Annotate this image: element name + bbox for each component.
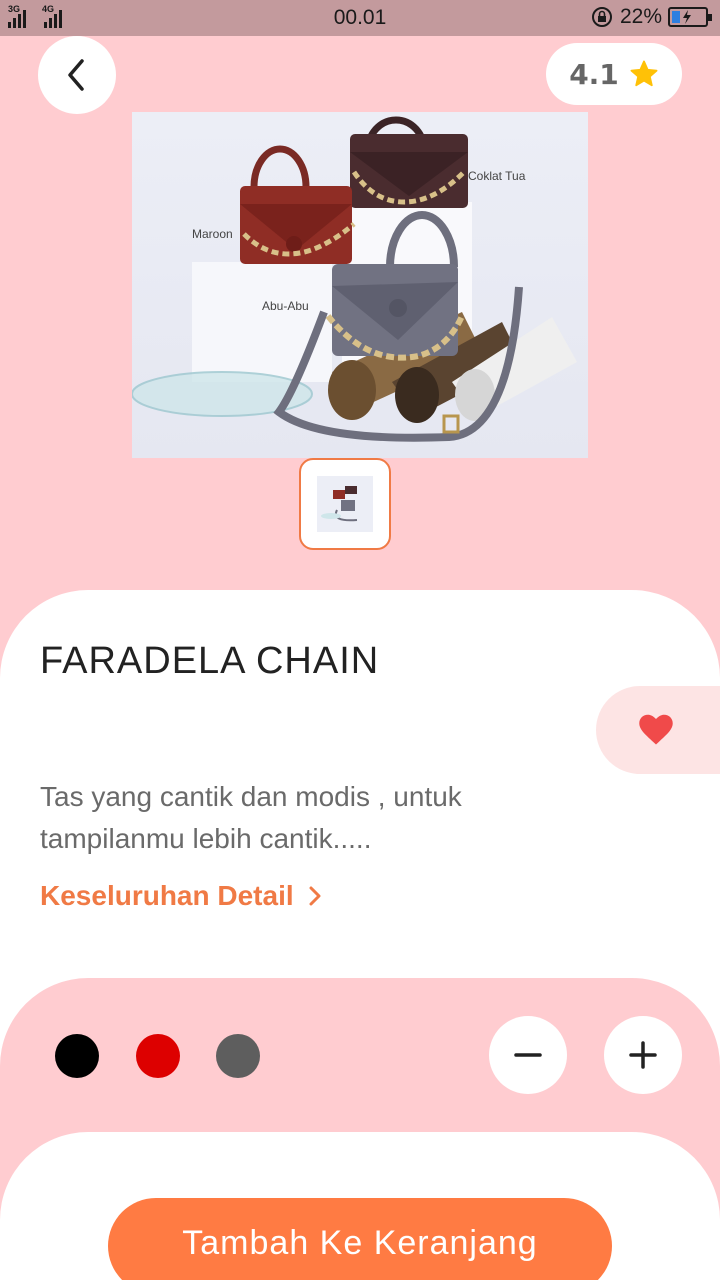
battery-icon [668,7,712,27]
product-description: Tas yang cantik dan modis , untuk tampil… [40,781,462,854]
color-option-red[interactable] [136,1034,180,1078]
color-option-black[interactable] [55,1034,99,1078]
chevron-left-icon [68,59,84,91]
back-button[interactable] [38,36,116,114]
minus-icon [514,1053,542,1057]
rating-badge: 4.1 [546,43,682,105]
thumbnail-image[interactable] [299,458,391,550]
full-detail-link[interactable]: Keseluruhan Detail [40,880,322,912]
decrease-quantity-button[interactable] [489,1016,567,1094]
product-title: FARADELA CHAIN [40,640,380,682]
color-option-grey[interactable] [216,1034,260,1078]
increase-quantity-button[interactable] [604,1016,682,1094]
label-dark-brown: Coklat Tua [468,169,526,183]
label-maroon: Maroon [192,227,233,241]
full-detail-label: Keseluruhan Detail [40,880,294,911]
chevron-right-icon [309,886,321,906]
product-photo: Coklat Tua Maroon Abu-Abu [132,116,577,442]
product-image[interactable]: Coklat Tua Maroon Abu-Abu [132,112,588,458]
battery-percent: 22% [619,5,662,28]
star-icon [630,60,658,87]
thumbnail-photo [317,476,373,532]
label-grey: Abu-Abu [262,299,309,313]
plus-icon [629,1041,657,1069]
status-bar: 3G 4G 00.01 22% [0,0,720,36]
favorite-button[interactable] [596,686,720,774]
rating-value: 4.1 [569,57,619,91]
add-to-cart-button[interactable]: Tambah Ke Keranjang [108,1198,612,1280]
rotation-lock-icon [591,7,612,27]
heart-icon [639,714,673,745]
